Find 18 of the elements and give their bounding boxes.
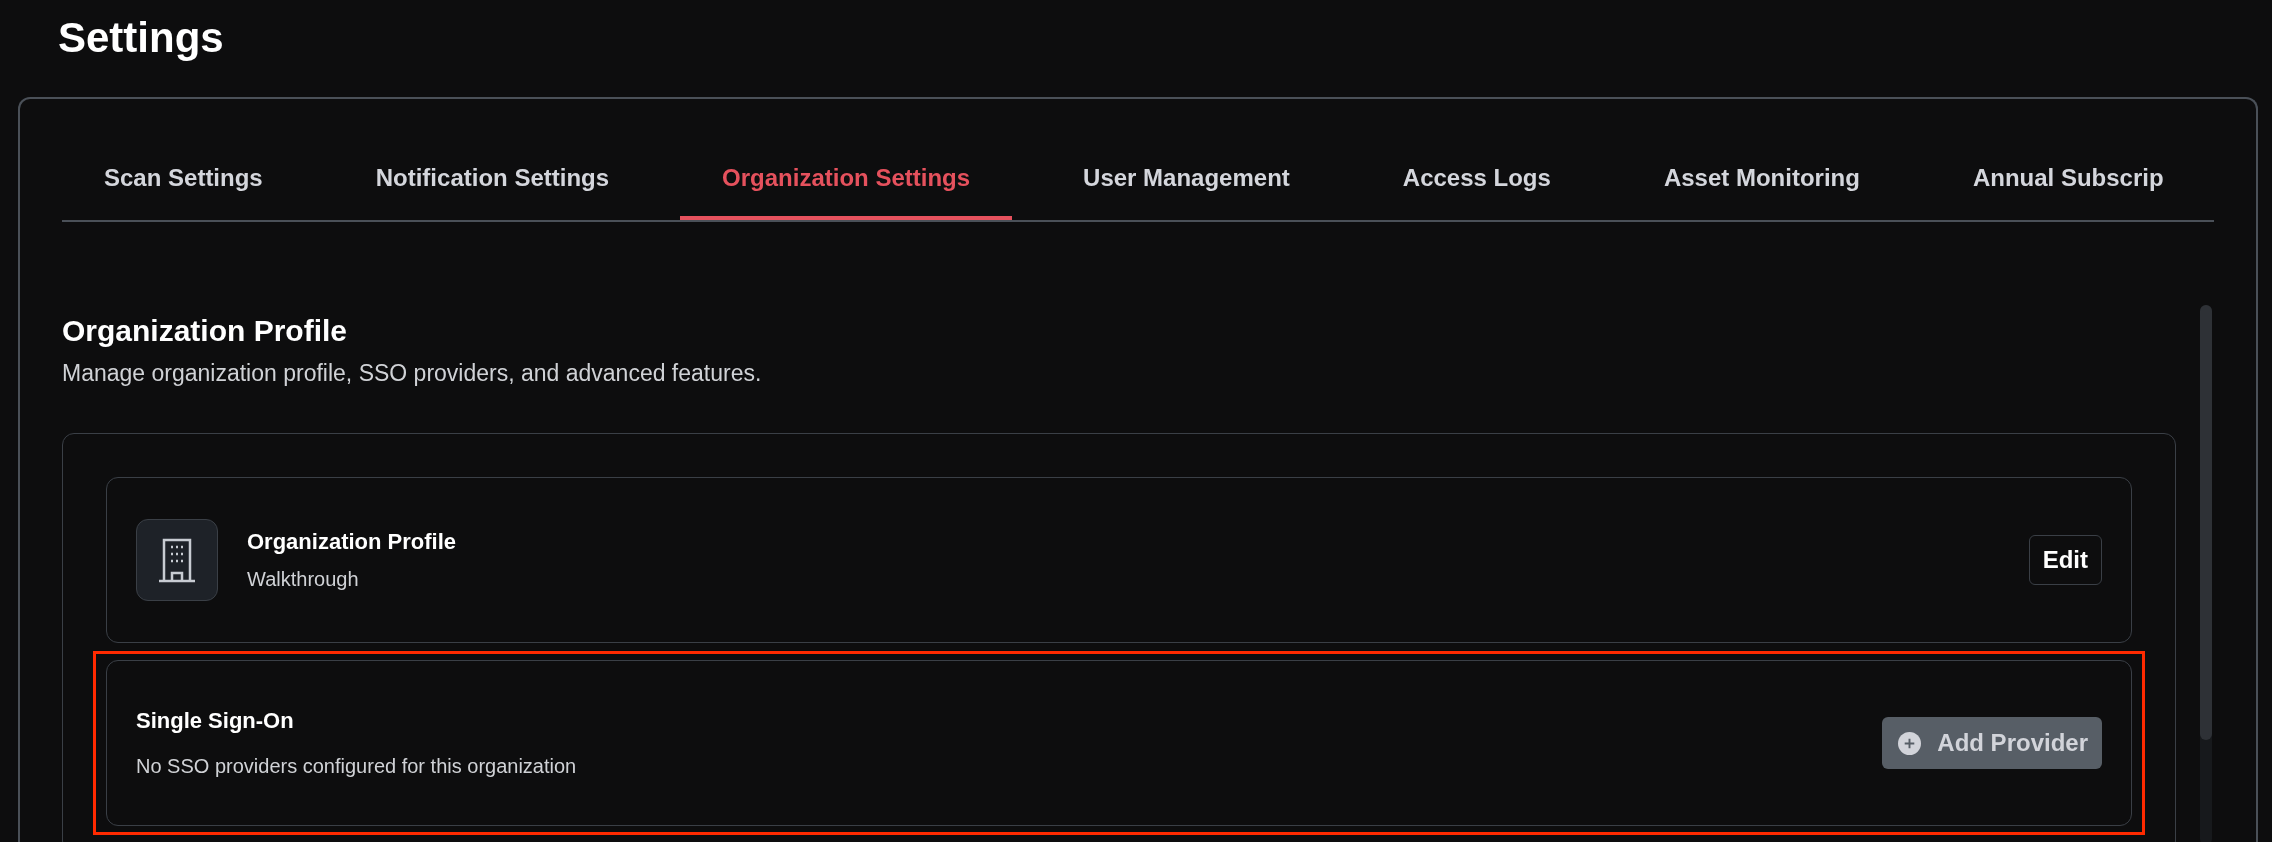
building-icon <box>157 537 197 583</box>
edit-button[interactable]: Edit <box>2028 535 2102 585</box>
scrollbar-thumb[interactable] <box>2200 305 2212 740</box>
tab[interactable]: User Management <box>1041 139 1332 220</box>
tab[interactable]: Asset Monitoring <box>1621 139 1902 220</box>
tab[interactable]: Notification Settings <box>333 139 652 220</box>
tab[interactable]: Organization Settings <box>680 139 1013 220</box>
tab[interactable]: Scan Settings <box>62 139 305 220</box>
card-subtitle: Walkthrough <box>247 567 359 592</box>
card-subtitle: No SSO providers configured for this organization <box>136 754 577 779</box>
tab[interactable]: Access Logs <box>1360 139 1593 220</box>
plus-circle-icon <box>1898 731 1922 755</box>
card-title: Single Sign-On <box>136 707 294 735</box>
section-title: Organization Profile <box>62 313 348 349</box>
card-title: Organization Profile <box>247 528 457 556</box>
page-title: Settings <box>58 14 224 62</box>
tab[interactable]: Annual Subscrip <box>1930 139 2206 220</box>
section-description: Manage organization profile, SSO providers, and advanced features. <box>62 359 762 388</box>
